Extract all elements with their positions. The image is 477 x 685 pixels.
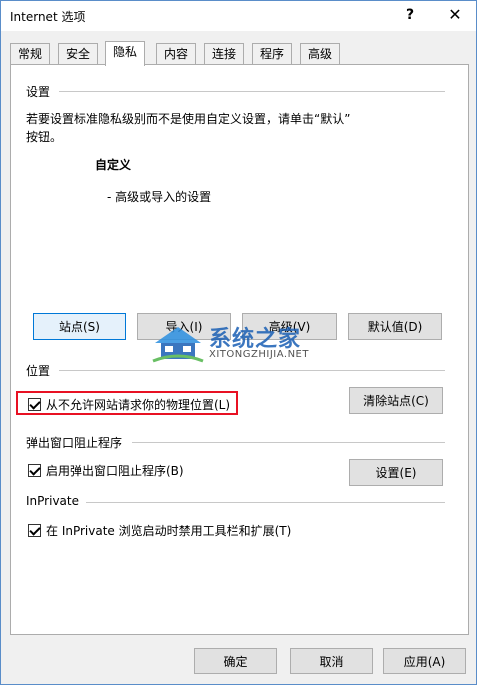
popup-checkbox-row[interactable]: 启用弹出窗口阻止程序(B)	[28, 461, 184, 479]
sites-button[interactable]: 站点(S)	[33, 313, 126, 340]
title-bar[interactable]: Internet 选项 ? ✕	[1, 1, 476, 31]
tab-general[interactable]: 常规	[10, 43, 51, 65]
popup-checkbox-label: 启用弹出窗口阻止程序(B)	[46, 463, 184, 478]
import-button[interactable]: 导入(I)	[137, 313, 231, 340]
inprivate-group-label: InPrivate	[26, 494, 79, 508]
tab-connections[interactable]: 连接	[204, 43, 245, 65]
privacy-level-detail: - 高级或导入的设置	[107, 190, 212, 204]
advanced-button[interactable]: 高级(V)	[242, 313, 337, 340]
settings-description-line1: 若要设置标准隐私级别而不是使用自定义设置，请单击“默认”	[26, 112, 351, 126]
annotation-highlight-box	[16, 391, 238, 415]
popup-divider	[132, 442, 445, 443]
tab-advanced[interactable]: 高级	[300, 43, 341, 65]
settings-group-label: 设置	[26, 85, 51, 99]
internet-options-window: Internet 选项 ? ✕ 常规 安全 隐私 内容 连接 程序 高级 设置 …	[0, 0, 477, 685]
tab-programs[interactable]: 程序	[252, 43, 293, 65]
apply-button[interactable]: 应用(A)	[383, 648, 466, 674]
default-button[interactable]: 默认值(D)	[348, 313, 442, 340]
window-title: Internet 选项	[10, 10, 86, 24]
tab-security[interactable]: 安全	[58, 43, 99, 65]
close-button[interactable]: ✕	[438, 1, 472, 31]
clear-sites-button[interactable]: 清除站点(C)	[349, 387, 443, 414]
help-button[interactable]: ?	[393, 1, 427, 31]
tab-privacy[interactable]: 隐私	[105, 41, 146, 66]
privacy-level-title: 自定义	[95, 158, 132, 172]
inprivate-checkbox-row[interactable]: 在 InPrivate 浏览启动时禁用工具栏和扩展(T)	[28, 521, 291, 539]
inprivate-checkbox-label: 在 InPrivate 浏览启动时禁用工具栏和扩展(T)	[46, 523, 292, 538]
location-divider	[59, 370, 445, 371]
tab-strip: 常规 安全 隐私 内容 连接 程序 高级	[10, 41, 470, 66]
ok-button[interactable]: 确定	[194, 648, 277, 674]
location-group-label: 位置	[26, 364, 51, 378]
settings-divider	[59, 91, 445, 92]
popup-settings-button[interactable]: 设置(E)	[349, 459, 443, 486]
privacy-panel: 设置 若要设置标准隐私级别而不是使用自定义设置，请单击“默认” 按钮。 自定义 …	[10, 64, 469, 635]
popup-checkbox[interactable]	[28, 463, 41, 477]
cancel-button[interactable]: 取消	[290, 648, 373, 674]
popup-group-label: 弹出窗口阻止程序	[26, 436, 123, 450]
settings-description-line2: 按钮。	[26, 130, 63, 144]
inprivate-checkbox[interactable]	[28, 523, 41, 537]
tab-content[interactable]: 内容	[156, 43, 197, 65]
inprivate-divider	[86, 502, 445, 503]
